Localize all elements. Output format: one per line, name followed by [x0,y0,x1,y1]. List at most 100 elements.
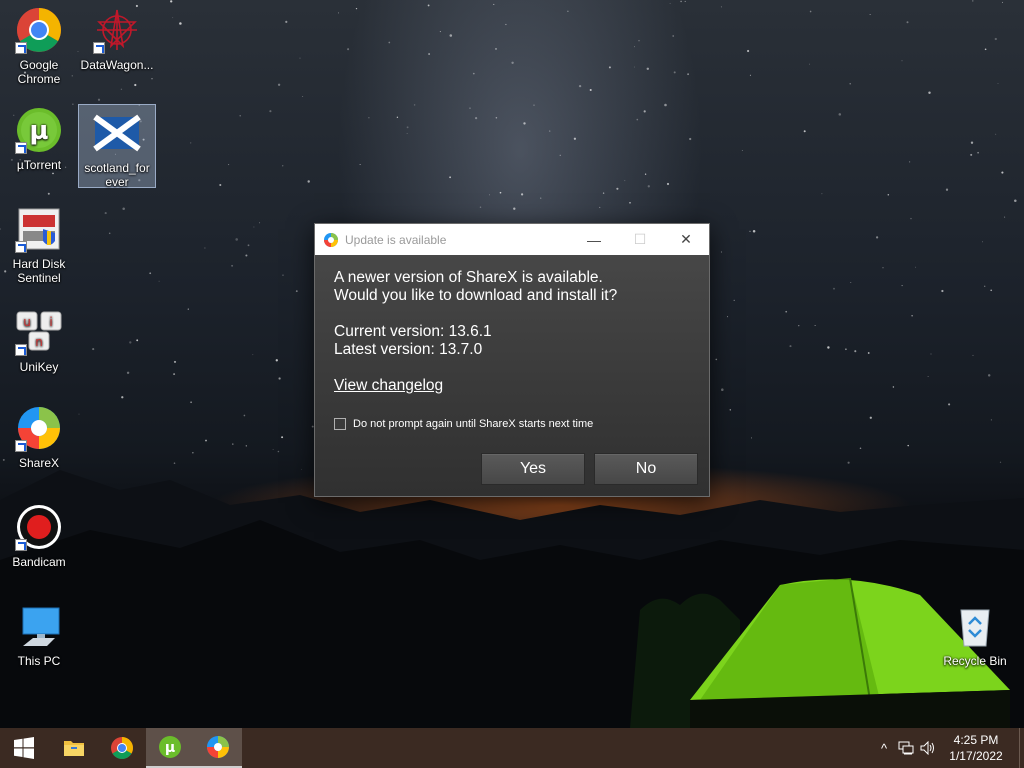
star [859,447,862,450]
star [672,35,675,37]
dialog-titlebar[interactable]: Update is available — ☐ ✕ [315,224,709,255]
star [644,173,647,175]
star [149,272,152,275]
star [599,206,601,208]
do-not-prompt-checkbox[interactable] [334,418,346,430]
latest-version-text: Latest version: 13.7.0 [334,341,483,358]
star [406,133,408,134]
star [749,230,751,232]
desktop-icon-label: scotland_forever [84,161,150,189]
taskbar-utorrent[interactable]: µ [146,728,194,768]
star [559,154,561,156]
star [1001,171,1004,174]
star [187,308,189,310]
star [733,299,735,302]
network-icon[interactable] [895,728,917,768]
minimize-button[interactable]: — [571,224,617,255]
yes-button[interactable]: Yes [481,453,585,485]
star [680,0,682,3]
desktop-icon-unikey[interactable]: u in UniKey [0,308,78,374]
bandicam-icon [15,503,63,551]
star [721,388,724,391]
update-dialog[interactable]: Update is available — ☐ ✕ A newer versio… [314,223,710,497]
star [928,91,931,94]
star [687,73,689,76]
star [495,48,497,50]
do-not-prompt-option[interactable]: Do not prompt again until ShareX starts … [334,415,690,433]
star [990,289,993,292]
desktop-icon-recycle-bin[interactable]: Recycle Bin [936,602,1014,668]
star [578,84,582,88]
star [301,468,302,470]
star [854,350,857,353]
star [633,66,635,68]
star [295,290,298,292]
star [849,83,851,85]
volume-icon[interactable] [917,728,939,768]
star [232,443,234,445]
desktop-icon-utorrent[interactable]: µ µTorrent [0,106,78,172]
star [997,82,999,85]
star [104,212,107,215]
star [170,0,173,3]
star [302,96,304,98]
close-button[interactable]: ✕ [663,224,709,255]
scotland-flag-icon [93,109,141,157]
star [190,142,192,144]
taskbar-sharex[interactable] [194,728,242,768]
no-button[interactable]: No [594,453,698,485]
desktop-icon-this-pc[interactable]: This PC [0,602,78,668]
star [629,201,631,204]
star [172,17,174,19]
star [990,419,993,421]
star [275,359,278,362]
update-message-line2: Would you like to download and install i… [334,287,618,304]
star [867,352,870,354]
star [129,341,132,344]
desktop-icon-label: Google Chrome [17,58,61,86]
star [1014,199,1017,203]
start-button[interactable] [0,728,48,768]
star [282,165,284,167]
star [945,188,949,191]
star [78,413,80,415]
star [239,115,241,117]
star [533,104,535,106]
desktop-icon-sharex[interactable]: ShareX [0,404,78,470]
sharex-icon [324,232,338,247]
star [869,14,871,16]
star [636,118,639,121]
star [277,450,280,453]
desktop-icon-scotland-forever[interactable]: scotland_forever [78,104,156,189]
star [984,48,987,51]
star [995,133,997,135]
star [134,83,137,87]
star [126,371,130,375]
system-tray: ^ 4:25 PM 1/17/2022 [873,728,1024,768]
star [901,60,903,62]
star [608,66,611,69]
star [52,172,54,175]
star [616,187,619,190]
star [727,316,729,318]
chevron-up-icon[interactable]: ^ [873,728,895,768]
star [901,285,903,287]
desktop-icon-hard-disk-sentinel[interactable]: Hard Disk Sentinel [0,205,78,285]
desktop-icon-datawagon[interactable]: DataWagon... [78,6,156,72]
desktop-icon-label: This PC [17,654,61,668]
star [540,197,542,199]
star [720,6,722,8]
star [192,452,194,454]
taskbar-chrome[interactable] [98,728,146,768]
desktop-icon-bandicam[interactable]: Bandicam [0,503,78,569]
star [228,164,230,166]
desktop-icon-label: UniKey [19,360,59,374]
do-not-prompt-label: Do not prompt again until ShareX starts … [353,418,594,430]
star [136,339,139,342]
taskbar-clock[interactable]: 4:25 PM 1/17/2022 [939,732,1013,764]
view-changelog-link[interactable]: View changelog [334,377,443,394]
taskbar-file-explorer[interactable] [50,728,98,768]
show-desktop-button[interactable] [1019,728,1024,768]
star [307,180,310,183]
desktop-icon-google-chrome[interactable]: Google Chrome [0,6,78,86]
